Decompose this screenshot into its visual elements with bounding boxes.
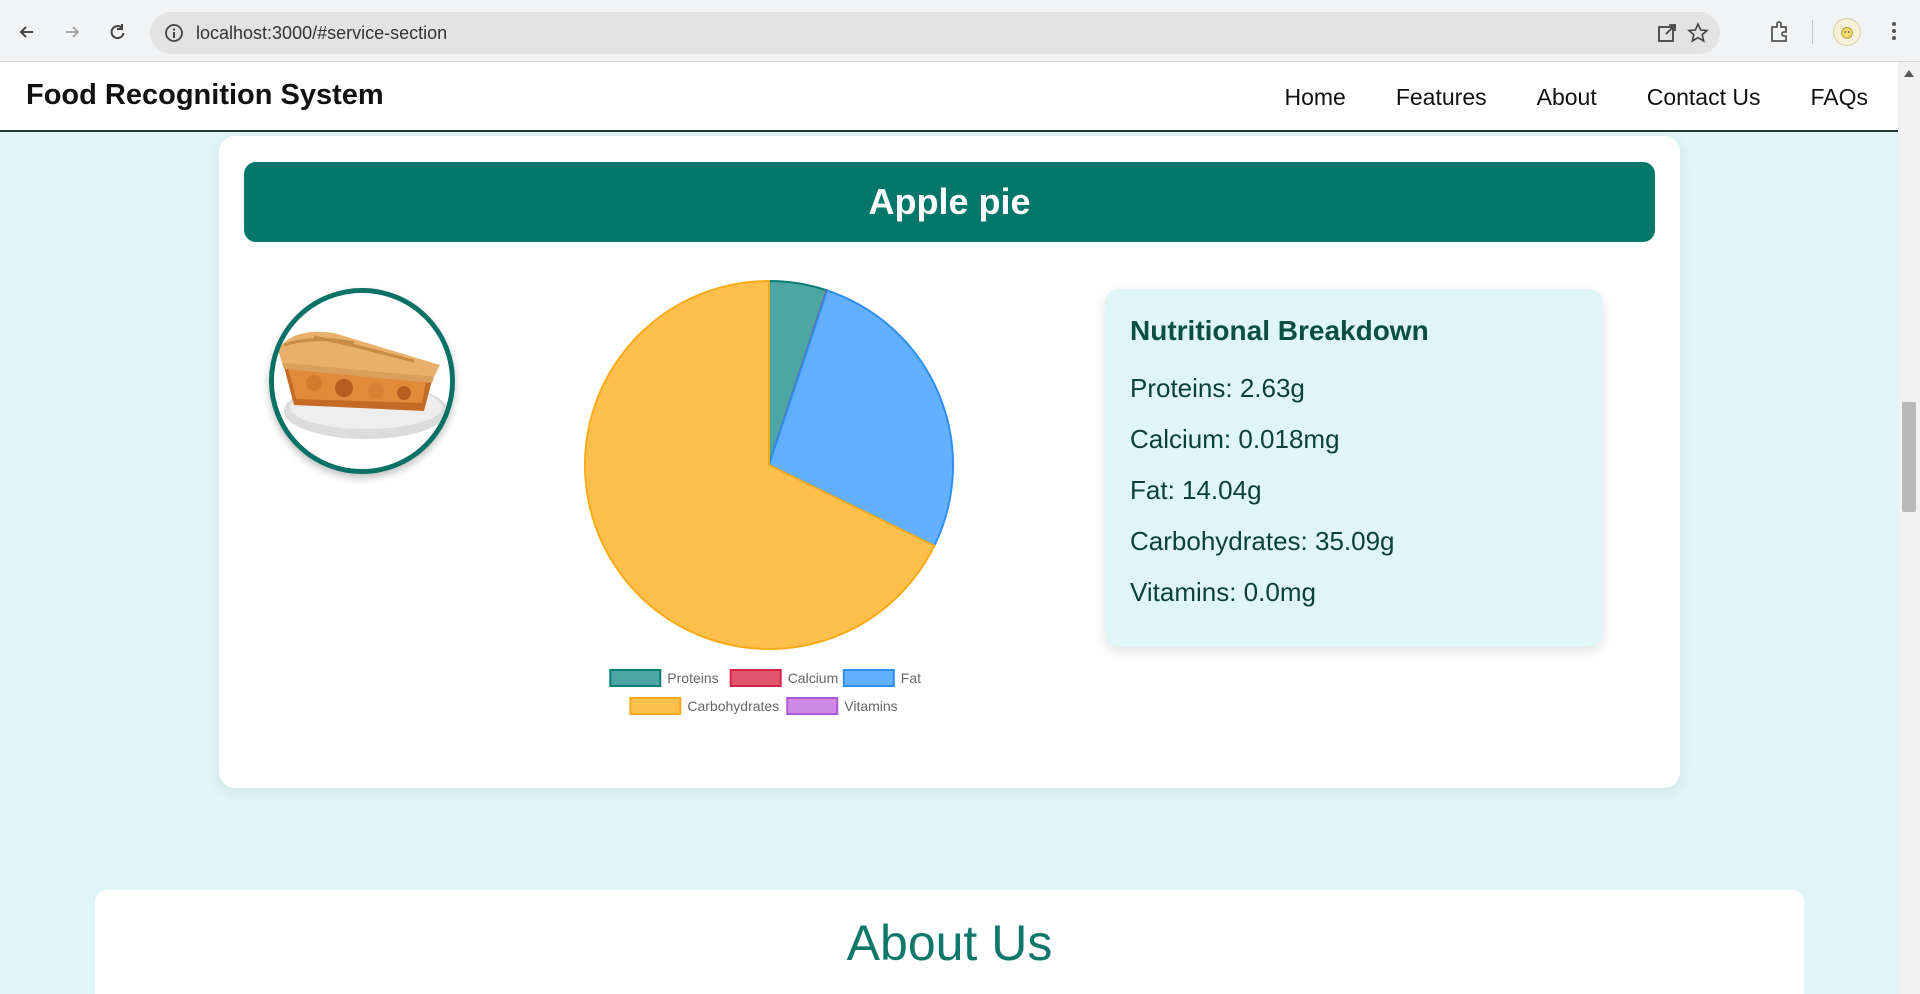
bookmark-star-icon[interactable]	[1687, 22, 1709, 44]
legend-swatch-proteins[interactable]	[609, 669, 662, 687]
legend-label-fat[interactable]: Fat	[901, 670, 921, 686]
url-text[interactable]: localhost:3000/#service-section	[196, 23, 447, 44]
breakdown-title: Nutritional Breakdown	[1130, 315, 1429, 346]
legend-label-carbohydrates[interactable]: Carbohydrates	[687, 698, 779, 714]
nav-home[interactable]: Home	[1284, 84, 1345, 111]
nav-faqs[interactable]: FAQs	[1810, 84, 1868, 111]
about-section: About Us	[95, 890, 1804, 994]
address-bar[interactable]: localhost:3000/#service-section	[150, 12, 1720, 54]
browser-menu-icon[interactable]	[1880, 17, 1908, 45]
about-title: About Us	[846, 915, 1053, 971]
legend-swatch-carbohydrates[interactable]	[629, 697, 682, 715]
nav-about[interactable]: About	[1537, 84, 1597, 111]
reload-icon[interactable]	[102, 17, 132, 47]
legend-swatch-calcium[interactable]	[729, 669, 782, 687]
food-name: Apple pie	[868, 181, 1031, 222]
toolbar-divider	[1812, 20, 1813, 44]
forward-icon[interactable]	[57, 17, 87, 47]
legend-label-calcium[interactable]: Calcium	[788, 670, 839, 686]
browser-toolbar: localhost:3000/#service-section	[0, 0, 1920, 62]
nav-features[interactable]: Features	[1396, 84, 1487, 111]
apple-pie-image	[274, 293, 450, 469]
extensions-icon[interactable]	[1766, 17, 1794, 45]
back-icon[interactable]	[12, 17, 42, 47]
legend-swatch-vitamins[interactable]	[786, 697, 839, 715]
site-info-icon[interactable]	[164, 23, 184, 43]
brand-title[interactable]: Food Recognition System	[26, 79, 384, 112]
legend-label-vitamins[interactable]: Vitamins	[844, 698, 897, 714]
profile-avatar[interactable]	[1833, 18, 1861, 46]
scroll-up-arrow-icon[interactable]	[1904, 70, 1914, 77]
open-in-new-icon[interactable]	[1656, 22, 1678, 44]
food-photo	[269, 288, 455, 474]
nutrient-calcium: Calcium: 0.018mg	[1130, 424, 1340, 454]
result-card: Apple pie Proteins Calcium Fat Carbohydrate…	[219, 136, 1680, 788]
main-nav: Home Features About Contact Us FAQs	[1284, 84, 1868, 111]
legend-swatch-fat[interactable]	[842, 669, 895, 687]
nutrient-fat: Fat: 14.04g	[1130, 475, 1262, 505]
legend-label-proteins[interactable]: Proteins	[667, 670, 718, 686]
nutrient-vitamins: Vitamins: 0.0mg	[1130, 577, 1316, 607]
food-name-banner: Apple pie	[244, 162, 1655, 242]
nutrient-carbohydrates: Carbohydrates: 35.09g	[1130, 526, 1395, 556]
site-header: Food Recognition System Home Features Ab…	[0, 62, 1898, 132]
nav-contact-us[interactable]: Contact Us	[1647, 84, 1761, 111]
page-scrollbar[interactable]	[1898, 62, 1920, 994]
nutritional-breakdown-card: Nutritional Breakdown Proteins: 2.63g Ca…	[1105, 289, 1603, 647]
nutrition-pie-chart: Proteins Calcium Fat Carbohydrates Vitamins	[584, 280, 954, 715]
nutrient-proteins: Proteins: 2.63g	[1130, 373, 1305, 403]
scrollbar-thumb[interactable]	[1902, 402, 1916, 512]
